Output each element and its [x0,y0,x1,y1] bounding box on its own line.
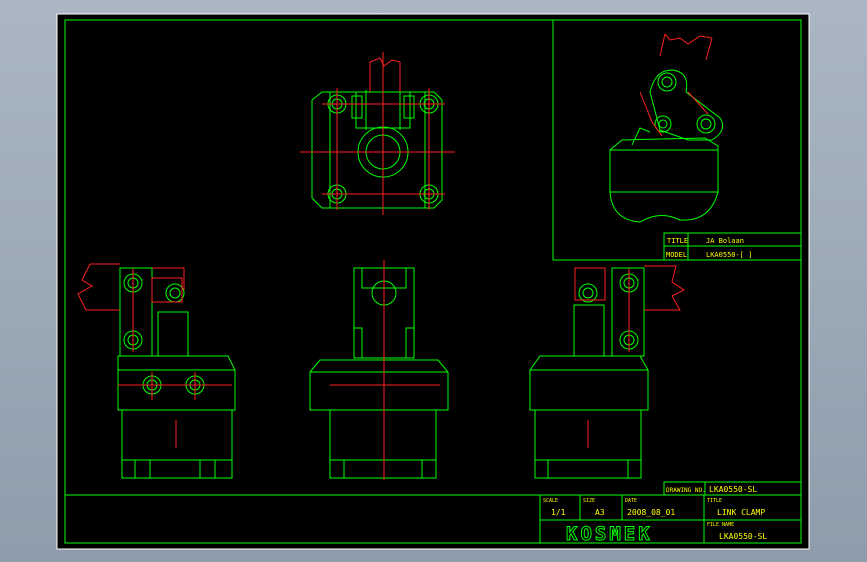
file-name-label: FILE NAME [707,522,734,528]
drawing-no-value: LKA0550-SL [709,485,757,494]
scale-value: 1/1 [551,508,566,517]
size-value: A3 [595,508,605,517]
size-label: SIZE [583,498,595,504]
name-label: TITLE [707,498,722,504]
scale-label: SCALE [543,498,558,504]
cad-drawing-sheet: TITLE JA Bolaan MODEL LKA0550-[ ] DRAWIN… [56,13,810,550]
brand-logo: KOSMEK [566,523,653,545]
iso-title-value: JA Bolaan [706,237,744,245]
drawing-canvas [56,13,810,550]
iso-title-label: TITLE [667,237,688,245]
file-name-value: LKA0550-SL [719,532,767,541]
drawing-no-label: DRAWING NO. [666,487,706,494]
iso-model-value: LKA0550-[ ] [706,251,752,259]
date-label: DATE [625,498,637,504]
date-value: 2008_08_01 [627,508,675,517]
iso-model-label: MODEL [666,251,687,259]
name-value: LINK CLAMP [717,508,765,517]
